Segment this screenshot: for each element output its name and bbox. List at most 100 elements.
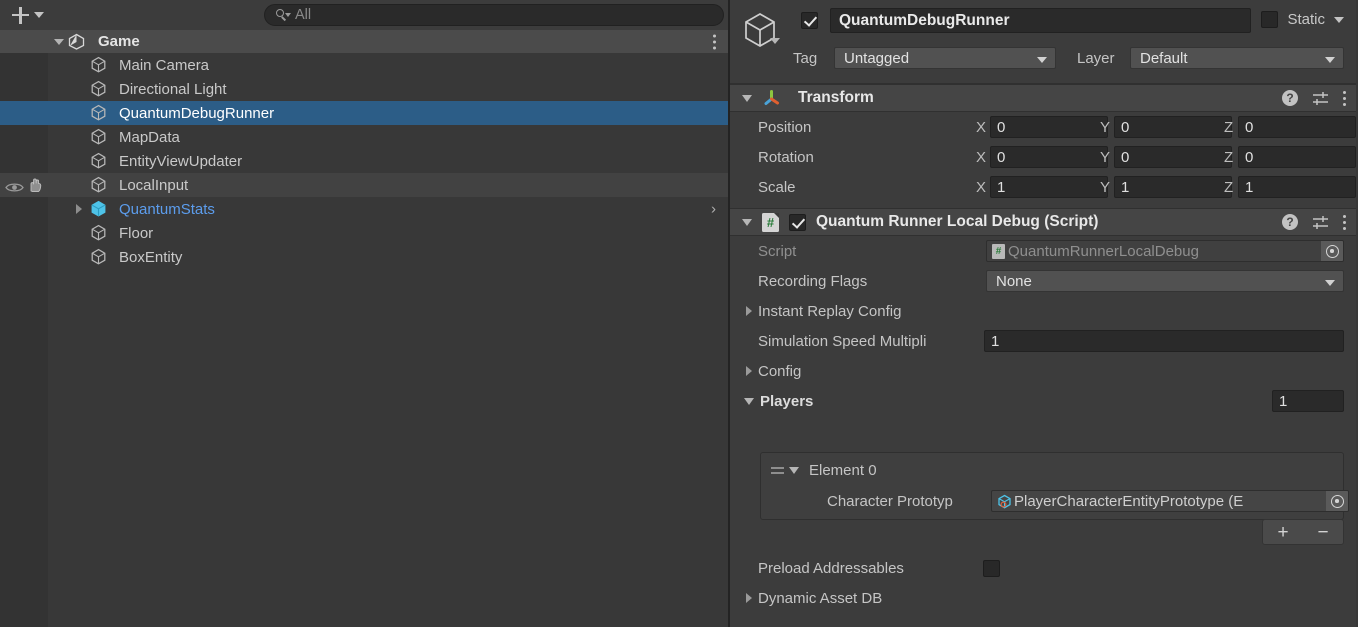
dynamic-asset-db-label: Dynamic Asset DB bbox=[758, 589, 883, 607]
search-icon bbox=[275, 8, 291, 22]
transform-component-header[interactable]: Transform ? bbox=[730, 84, 1356, 112]
axis-label-z: Z bbox=[1224, 118, 1234, 136]
object-picker-icon[interactable] bbox=[1321, 241, 1343, 261]
value: 0 bbox=[997, 148, 1006, 166]
hierarchy-item-label: EntityViewUpdater bbox=[119, 152, 243, 170]
gameobject-enabled-checkbox[interactable] bbox=[801, 12, 818, 29]
axis-label-z: Z bbox=[1224, 148, 1234, 166]
layer-label: Layer bbox=[1077, 49, 1115, 67]
dynamic-asset-db-row[interactable]: Dynamic Asset DB bbox=[730, 583, 1356, 613]
hierarchy-toolbar: All bbox=[0, 0, 728, 30]
players-element-0-row[interactable]: Element 0 bbox=[771, 462, 877, 479]
chevron-down-icon bbox=[1325, 280, 1335, 286]
config-foldout-icon[interactable] bbox=[746, 366, 752, 376]
recording-flags-value: None bbox=[996, 272, 1032, 290]
item-foldout-icon[interactable] bbox=[76, 204, 82, 214]
help-icon[interactable]: ? bbox=[1282, 214, 1298, 230]
drag-handle-icon[interactable] bbox=[771, 467, 784, 474]
hierarchy-item-quantumdebugrunner[interactable]: QuantumDebugRunner bbox=[0, 101, 728, 125]
hierarchy-item-label: Main Camera bbox=[119, 56, 210, 74]
search-input[interactable]: All bbox=[264, 4, 724, 26]
static-toggle-group[interactable]: Static bbox=[1261, 11, 1344, 28]
prefab-open-chevron-icon[interactable]: › bbox=[711, 201, 716, 218]
transform-title: Transform bbox=[798, 89, 874, 106]
visibility-toggle-icon[interactable] bbox=[5, 180, 24, 192]
script-object-field[interactable]: # QuantumRunnerLocalDebug bbox=[986, 240, 1344, 262]
transform-properties: Position X 0 Y 0 Z 0 Rotation X 0 Y 0 Z … bbox=[730, 112, 1356, 202]
instant-replay-foldout-icon[interactable] bbox=[746, 306, 752, 316]
hierarchy-item-localinput[interactable]: LocalInput bbox=[0, 173, 728, 197]
instant-replay-config-row[interactable]: Instant Replay Config bbox=[730, 296, 1356, 326]
static-checkbox[interactable] bbox=[1261, 11, 1279, 28]
recording-flags-label: Recording Flags bbox=[758, 272, 868, 290]
value: 0 bbox=[1121, 148, 1130, 166]
gameobject-cube-icon bbox=[90, 248, 107, 269]
recording-flags-dropdown[interactable]: None bbox=[986, 270, 1344, 292]
script-header-icons: ? bbox=[1282, 209, 1346, 235]
help-icon[interactable]: ? bbox=[1282, 90, 1298, 106]
script-reference-row: Script # QuantumRunnerLocalDebug bbox=[730, 236, 1356, 266]
players-list-box: Element 0 Character Prototyp PlayerChara… bbox=[760, 452, 1349, 520]
add-element-button[interactable]: + bbox=[1263, 523, 1303, 542]
add-gameobject-button[interactable] bbox=[12, 4, 44, 26]
preset-sliders-icon[interactable] bbox=[1312, 215, 1329, 230]
transform-rotation-row: Rotation X 0 Y 0 Z 0 bbox=[730, 142, 1356, 172]
preload-addressables-checkbox[interactable] bbox=[983, 559, 1000, 577]
transform-position-y-input[interactable]: 0 bbox=[1114, 116, 1232, 138]
kebab-menu-icon[interactable] bbox=[713, 34, 716, 49]
hierarchy-item-entityviewupdater[interactable]: EntityViewUpdater bbox=[0, 149, 728, 173]
transform-scale-x-input[interactable]: 1 bbox=[990, 176, 1108, 198]
gameobject-icon-dropdown[interactable] bbox=[770, 38, 780, 44]
hierarchy-item-directional-light[interactable]: Directional Light bbox=[0, 77, 728, 101]
hierarchy-scene-row[interactable]: Game bbox=[0, 30, 728, 53]
tag-dropdown[interactable]: Untagged bbox=[834, 47, 1056, 69]
script-component-header[interactable]: # Quantum Runner Local Debug (Script) ? bbox=[730, 208, 1356, 236]
dynamic-asset-db-foldout-icon[interactable] bbox=[746, 593, 752, 603]
kebab-menu-icon[interactable] bbox=[1343, 214, 1346, 230]
object-picker-icon[interactable] bbox=[1326, 491, 1348, 511]
transform-scale-z-input[interactable]: 1 bbox=[1238, 176, 1356, 198]
pickability-toggle-icon[interactable] bbox=[27, 178, 43, 193]
kebab-menu-icon[interactable] bbox=[1343, 90, 1346, 106]
static-chevron-down-icon[interactable] bbox=[1334, 16, 1344, 23]
hierarchy-tree: Game Main Camera Directional Light Quant… bbox=[0, 30, 728, 627]
element-foldout-icon[interactable] bbox=[789, 467, 799, 474]
transform-rotation-y-input[interactable]: 0 bbox=[1114, 146, 1232, 168]
csharp-script-icon: # bbox=[762, 212, 779, 232]
hierarchy-item-list: Main Camera Directional Light QuantumDeb… bbox=[0, 53, 728, 269]
preload-addressables-row: Preload Addressables bbox=[730, 553, 1356, 583]
hierarchy-item-mapdata[interactable]: MapData bbox=[0, 125, 728, 149]
gameobject-name-input[interactable]: QuantumDebugRunner bbox=[830, 8, 1251, 33]
simulation-speed-input[interactable]: 1 bbox=[984, 330, 1344, 352]
transform-rotation-x-input[interactable]: 0 bbox=[990, 146, 1108, 168]
transform-rotation-z-input[interactable]: 0 bbox=[1238, 146, 1356, 168]
preset-sliders-icon[interactable] bbox=[1312, 91, 1329, 106]
hierarchy-item-floor[interactable]: Floor bbox=[0, 221, 728, 245]
hierarchy-item-label: BoxEntity bbox=[119, 248, 183, 266]
transform-position-x-input[interactable]: 0 bbox=[990, 116, 1108, 138]
players-row[interactable]: Players 1 bbox=[730, 386, 1356, 416]
layer-dropdown[interactable]: Default bbox=[1130, 47, 1344, 69]
players-count-input[interactable]: 1 bbox=[1272, 390, 1344, 412]
hierarchy-item-quantumstats[interactable]: QuantumStats › bbox=[0, 197, 728, 221]
layer-value: Default bbox=[1140, 49, 1188, 67]
hierarchy-panel: All Game Main Camera Directional Light Q… bbox=[0, 0, 730, 627]
gameobject-name-value: QuantumDebugRunner bbox=[839, 11, 1010, 29]
scene-name-label: Game bbox=[98, 33, 140, 50]
hierarchy-item-boxentity[interactable]: BoxEntity bbox=[0, 245, 728, 269]
players-foldout-icon[interactable] bbox=[744, 397, 754, 405]
remove-element-button[interactable]: − bbox=[1303, 523, 1343, 542]
hierarchy-item-main-camera[interactable]: Main Camera bbox=[0, 53, 728, 77]
config-row[interactable]: Config bbox=[730, 356, 1356, 386]
transform-axis-icon bbox=[762, 89, 781, 108]
prefab-cube-icon bbox=[997, 494, 1012, 509]
transform-position-z-input[interactable]: 0 bbox=[1238, 116, 1356, 138]
gameobject-cube-icon bbox=[90, 128, 107, 149]
transform-foldout-icon[interactable] bbox=[742, 94, 752, 102]
inspector-panel: QuantumDebugRunner Static Tag Untagged L… bbox=[730, 0, 1356, 627]
scene-foldout-icon[interactable] bbox=[54, 38, 64, 45]
character-prototype-object-field[interactable]: PlayerCharacterEntityPrototype (E bbox=[991, 490, 1349, 512]
transform-scale-y-input[interactable]: 1 bbox=[1114, 176, 1232, 198]
script-foldout-icon[interactable] bbox=[742, 218, 752, 226]
script-enabled-checkbox[interactable] bbox=[789, 213, 806, 231]
